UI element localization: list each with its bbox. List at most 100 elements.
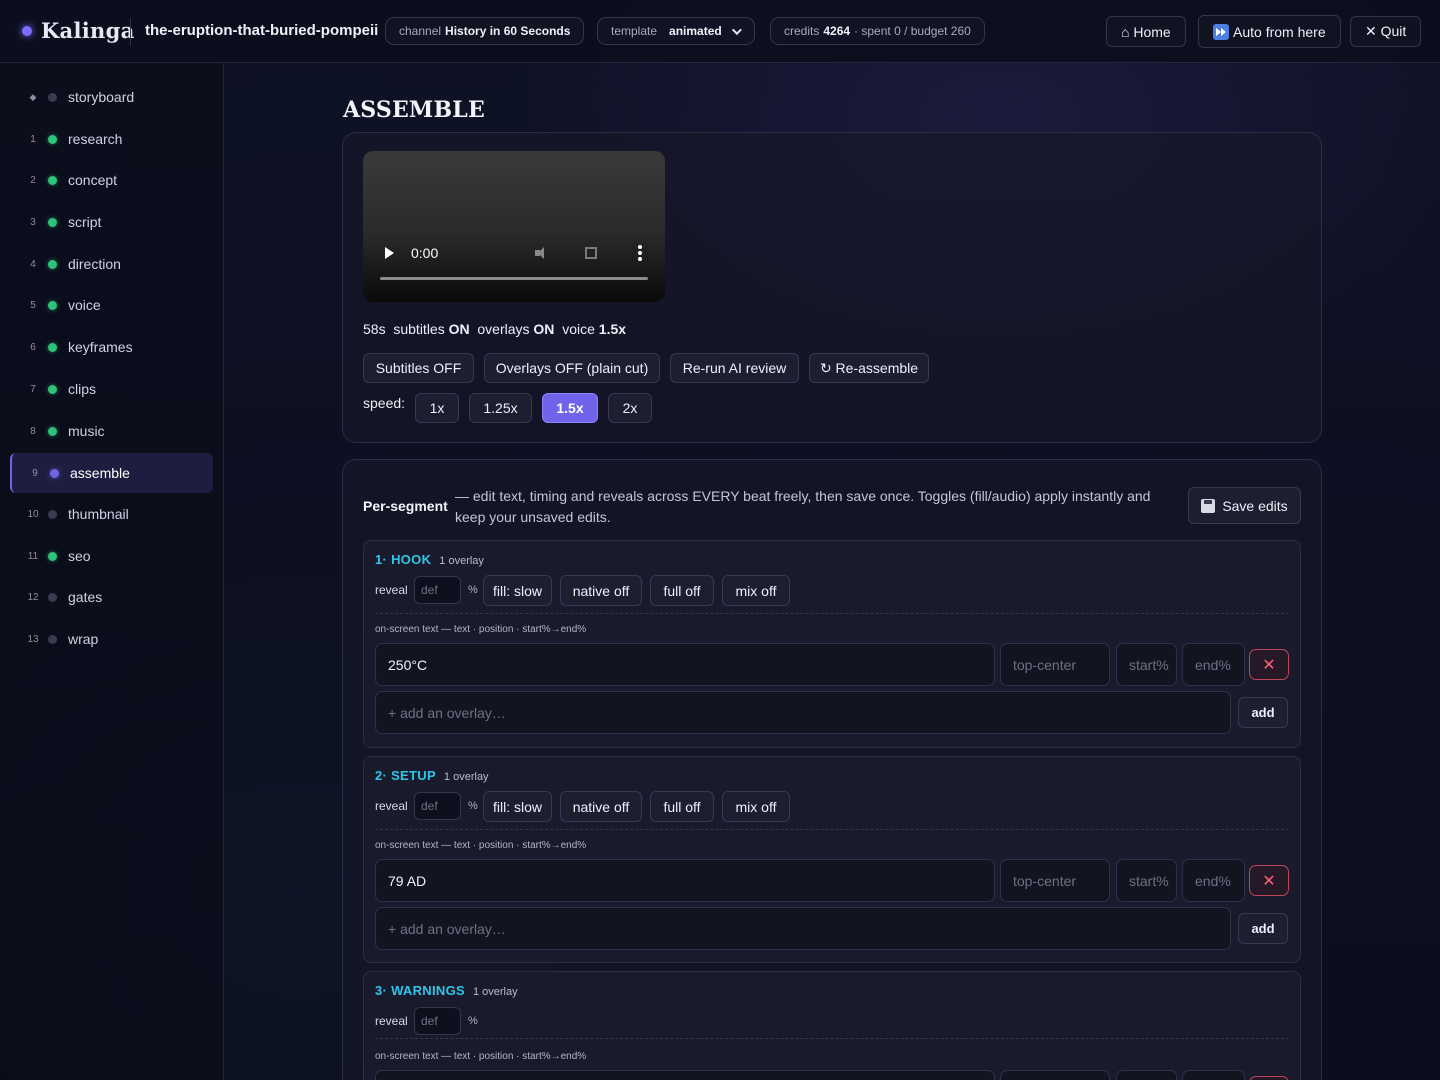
sidebar-item-keyframes[interactable]: 6 keyframes [10, 327, 213, 367]
toggle-fill-slow-button[interactable]: fill: slow [483, 575, 552, 606]
overlay-start-input[interactable]: start% [1116, 859, 1177, 902]
reassemble-button[interactable]: ↻ Re-assemble [809, 353, 929, 383]
sidebar-item-number: 8 [30, 425, 36, 437]
overlay-start-input[interactable]: start% [1116, 1070, 1177, 1080]
more-options-icon[interactable] [638, 245, 642, 261]
volume-icon[interactable] [535, 247, 549, 259]
sidebar-item-number: 12 [27, 591, 39, 603]
channel-pill: channel History in 60 Seconds [385, 17, 585, 45]
toggle-mix-off-button[interactable]: mix off [722, 791, 790, 822]
speed-1-5x-button[interactable]: 1.5x [542, 393, 598, 423]
add-overlay-input[interactable]: + add an overlay… [375, 907, 1231, 950]
add-overlay-input[interactable]: + add an overlay… [375, 691, 1231, 734]
template-select[interactable]: template animated [597, 17, 755, 45]
percent-label: % [468, 584, 478, 596]
status-dot-icon [48, 300, 57, 310]
add-overlay-button[interactable]: add [1238, 697, 1288, 728]
remove-overlay-button[interactable]: ✕ [1249, 865, 1289, 896]
sidebar-item-seo[interactable]: 11 seo [10, 536, 213, 576]
reveal-input[interactable]: def [414, 792, 461, 820]
sidebar-item-direction[interactable]: 4 direction [10, 244, 213, 284]
sidebar-item-label: gates [68, 589, 103, 605]
sidebar-item-voice[interactable]: 5 voice [10, 285, 213, 325]
overlay-text-input[interactable]: 79 AD [375, 859, 995, 902]
status-dot-icon [48, 342, 57, 352]
segment-name: 3· WARNINGS [375, 983, 465, 998]
sidebar-item-label: assemble [70, 465, 130, 481]
sidebar-item-script[interactable]: 3 script [10, 202, 213, 242]
auto-from-here-button[interactable]: Auto from here [1198, 15, 1341, 48]
sidebar-item-storyboard[interactable]: ◆ storyboard [10, 77, 213, 117]
status-dot-icon [48, 592, 57, 602]
sidebar-item-thumbnail[interactable]: 10 thumbnail [10, 494, 213, 534]
per-segment-description: — edit text, timing and reveals across E… [455, 488, 1151, 525]
video-time: 0:00 [411, 245, 439, 261]
add-overlay-button[interactable]: add [1238, 913, 1288, 944]
sidebar-item-music[interactable]: 8 music [10, 411, 213, 451]
toggle-native-off-button[interactable]: native off [560, 575, 642, 606]
sidebar-item-number: ◆ [29, 91, 37, 102]
sidebar-item-research[interactable]: 1 research [10, 119, 213, 159]
brand[interactable]: Kalinga [22, 18, 134, 43]
overlay-count: 1 overlay [443, 771, 489, 783]
reveal-label: reveal [375, 799, 408, 813]
speed-1-25x-button[interactable]: 1.25x [469, 393, 532, 423]
segment-header: 1· HOOK 1 overlay [375, 552, 484, 567]
reveal-label: reveal [375, 1014, 408, 1028]
page-title: ASSEMBLE [343, 97, 485, 123]
overlay-end-input[interactable]: end% [1182, 1070, 1245, 1080]
video-player[interactable]: 0:00 [363, 151, 665, 302]
toggle-full-off-button[interactable]: full off [650, 575, 714, 606]
remove-overlay-button[interactable]: ✕ [1249, 649, 1289, 680]
overlay-end-input[interactable]: end% [1182, 859, 1245, 902]
divider [375, 613, 1289, 614]
reveal-label: reveal [375, 583, 408, 597]
overlays-off-button[interactable]: Overlays OFF (plain cut) [484, 353, 660, 383]
speed-label: speed: [363, 395, 406, 411]
video-progress-bar[interactable] [380, 277, 648, 280]
sidebar-item-label: wrap [68, 631, 99, 647]
play-icon[interactable] [385, 247, 394, 259]
status-dot-icon [48, 426, 57, 436]
template-label: template [611, 24, 658, 38]
speed-1x-button[interactable]: 1x [415, 393, 459, 423]
rerun-ai-review-button[interactable]: Re-run AI review [670, 353, 799, 383]
close-icon: ✕ [1262, 872, 1276, 890]
status-dot-icon [48, 551, 57, 561]
speed-2x-button[interactable]: 2x [608, 393, 652, 423]
overlay-position-input[interactable]: top-center [1000, 859, 1110, 902]
status-dot-icon [48, 259, 57, 269]
reveal-input[interactable]: def [414, 576, 461, 604]
overlay-start-input[interactable]: start% [1116, 643, 1177, 686]
subtitles-label: subtitles [393, 321, 445, 337]
credits-detail: · spent 0 / budget 260 [854, 24, 971, 38]
sidebar-item-clips[interactable]: 7 clips [10, 369, 213, 409]
segment-header: 2· SETUP 1 overlay [375, 768, 489, 783]
overlay-position-input[interactable]: top-center [1000, 1070, 1110, 1080]
sidebar-item-concept[interactable]: 2 concept [10, 160, 213, 200]
home-button[interactable]: ⌂ Home [1106, 16, 1186, 47]
quit-button[interactable]: ✕ Quit [1350, 16, 1422, 47]
subtitles-off-button[interactable]: Subtitles OFF [363, 353, 474, 383]
sidebar-item-label: voice [68, 297, 101, 313]
toggle-mix-off-button[interactable]: mix off [722, 575, 790, 606]
sidebar-item-label: seo [68, 548, 91, 564]
sidebar-item-wrap[interactable]: 13 wrap [10, 619, 213, 659]
overlay-end-input[interactable]: end% [1182, 643, 1245, 686]
overlay-position-input[interactable]: top-center [1000, 643, 1110, 686]
toggle-fill-slow-button[interactable]: fill: slow [483, 791, 552, 822]
status-dot-icon [48, 217, 57, 227]
sidebar-item-gates[interactable]: 12 gates [10, 577, 213, 617]
overlay-text-input[interactable] [375, 1070, 995, 1080]
sidebar-item-assemble[interactable]: 9 assemble [10, 453, 213, 493]
sidebar-item-label: storyboard [68, 89, 135, 105]
toggle-full-off-button[interactable]: full off [650, 791, 714, 822]
reveal-input[interactable]: def [414, 1007, 461, 1035]
fullscreen-icon[interactable] [585, 247, 597, 259]
remove-overlay-button[interactable]: ✕ [1249, 1076, 1289, 1080]
toggle-native-off-button[interactable]: native off [560, 791, 642, 822]
segment-card: 2· SETUP 1 overlay reveal def% fill: slow nat… [363, 756, 1301, 963]
sidebar-item-number: 6 [30, 341, 36, 353]
overlay-text-input[interactable]: 250°C [375, 643, 995, 686]
save-edits-button[interactable]: Save edits [1188, 487, 1301, 524]
